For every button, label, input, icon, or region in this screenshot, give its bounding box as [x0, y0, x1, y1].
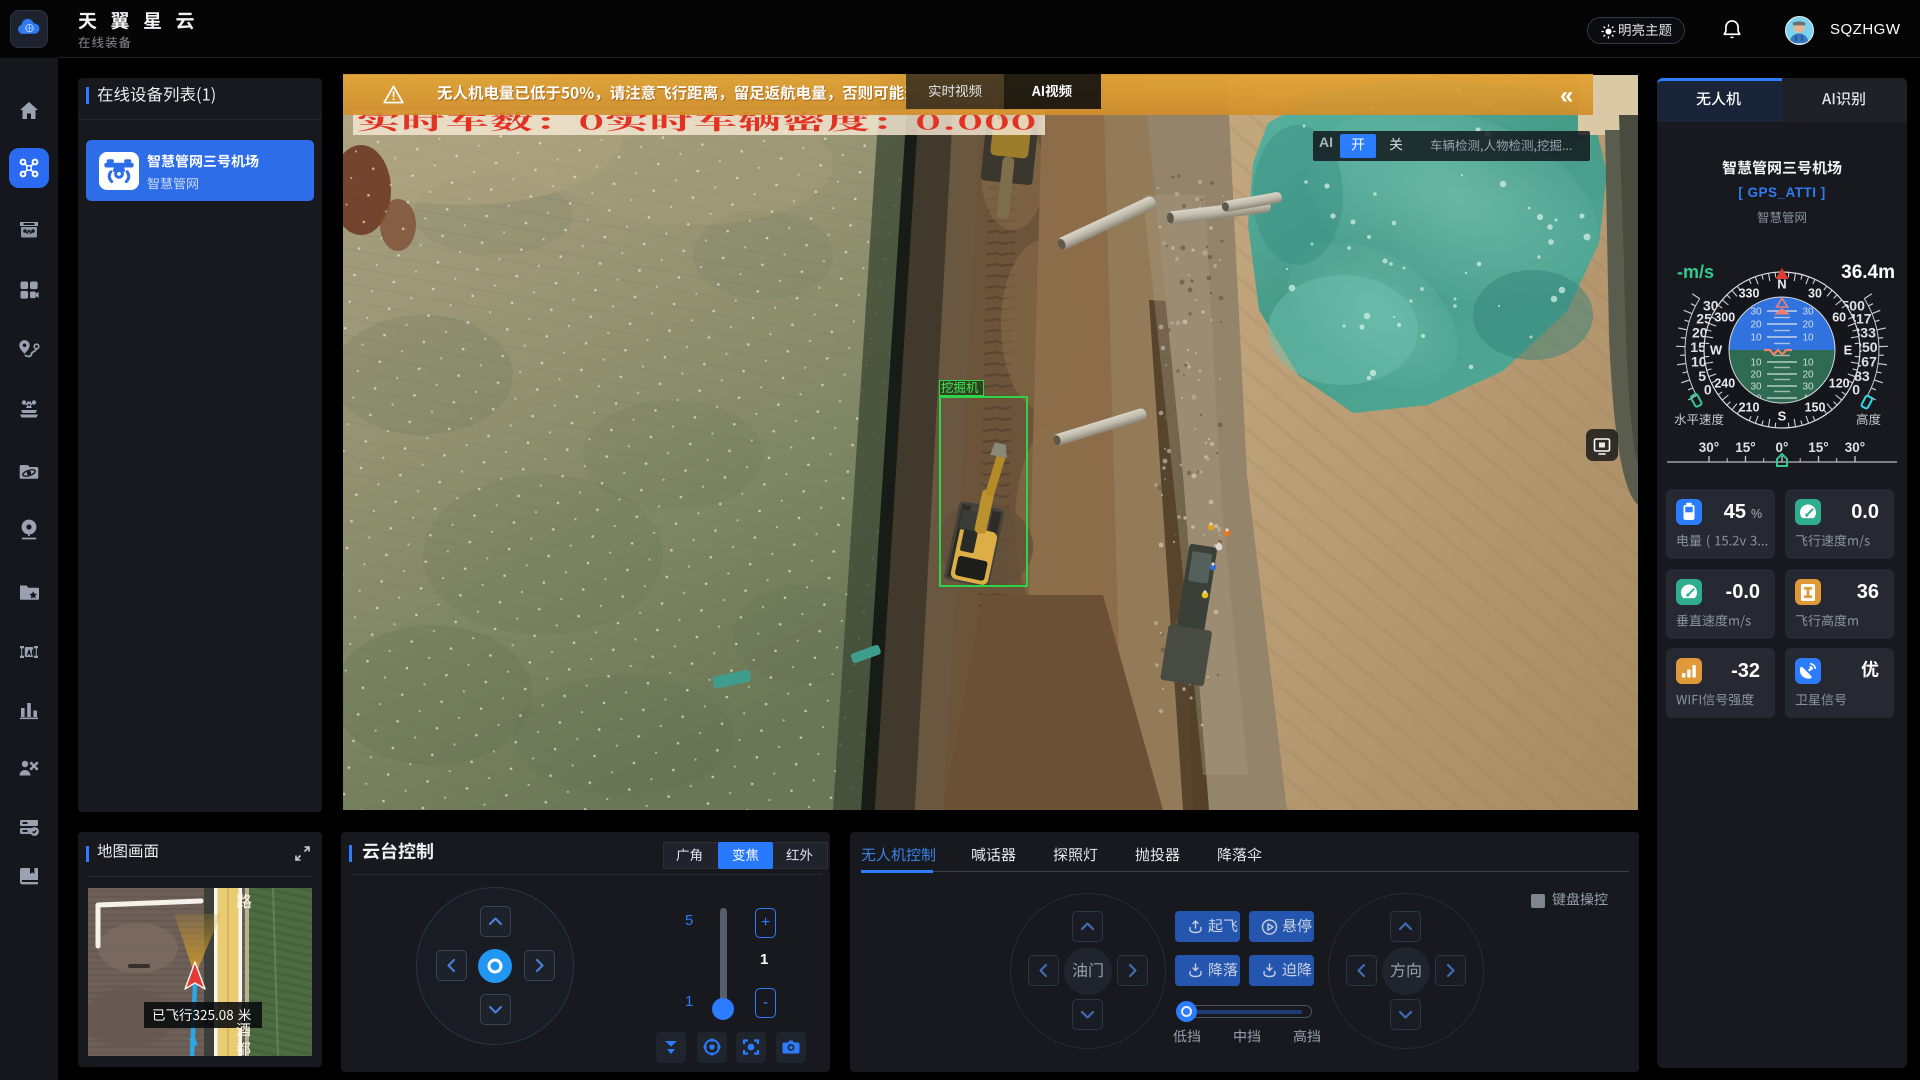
svg-text:5: 5	[1698, 368, 1706, 384]
svg-text:240: 240	[1714, 377, 1735, 391]
svg-text:10: 10	[1750, 333, 1762, 344]
svg-text:30: 30	[1802, 382, 1814, 393]
svg-text:30: 30	[1808, 286, 1822, 300]
svg-text:150: 150	[1805, 401, 1826, 415]
svg-text:10: 10	[1802, 333, 1814, 344]
svg-text:30°: 30°	[1699, 440, 1719, 455]
svg-text:-m/s: -m/s	[1677, 262, 1714, 282]
svg-text:36.4m: 36.4m	[1841, 262, 1895, 283]
svg-text:20: 20	[1802, 370, 1814, 381]
svg-text:10: 10	[1750, 358, 1762, 369]
svg-text:S: S	[1778, 409, 1787, 424]
svg-text:30: 30	[1750, 307, 1762, 318]
svg-text:E: E	[1844, 343, 1853, 358]
svg-text:W: W	[1710, 343, 1723, 358]
svg-text:60: 60	[1832, 311, 1846, 325]
svg-text:20: 20	[1802, 320, 1814, 331]
svg-text:30: 30	[1750, 382, 1762, 393]
svg-text:300: 300	[1714, 311, 1735, 325]
svg-text:330: 330	[1739, 286, 1760, 300]
svg-text:15°: 15°	[1808, 440, 1828, 455]
svg-text:30°: 30°	[1845, 440, 1865, 455]
svg-text:20: 20	[1750, 320, 1762, 331]
svg-text:30: 30	[1802, 307, 1814, 318]
svg-text:120: 120	[1829, 377, 1850, 391]
svg-text:20: 20	[1750, 370, 1762, 381]
svg-text:15°: 15°	[1735, 440, 1755, 455]
svg-text:10: 10	[1802, 358, 1814, 369]
svg-text:210: 210	[1739, 401, 1760, 415]
